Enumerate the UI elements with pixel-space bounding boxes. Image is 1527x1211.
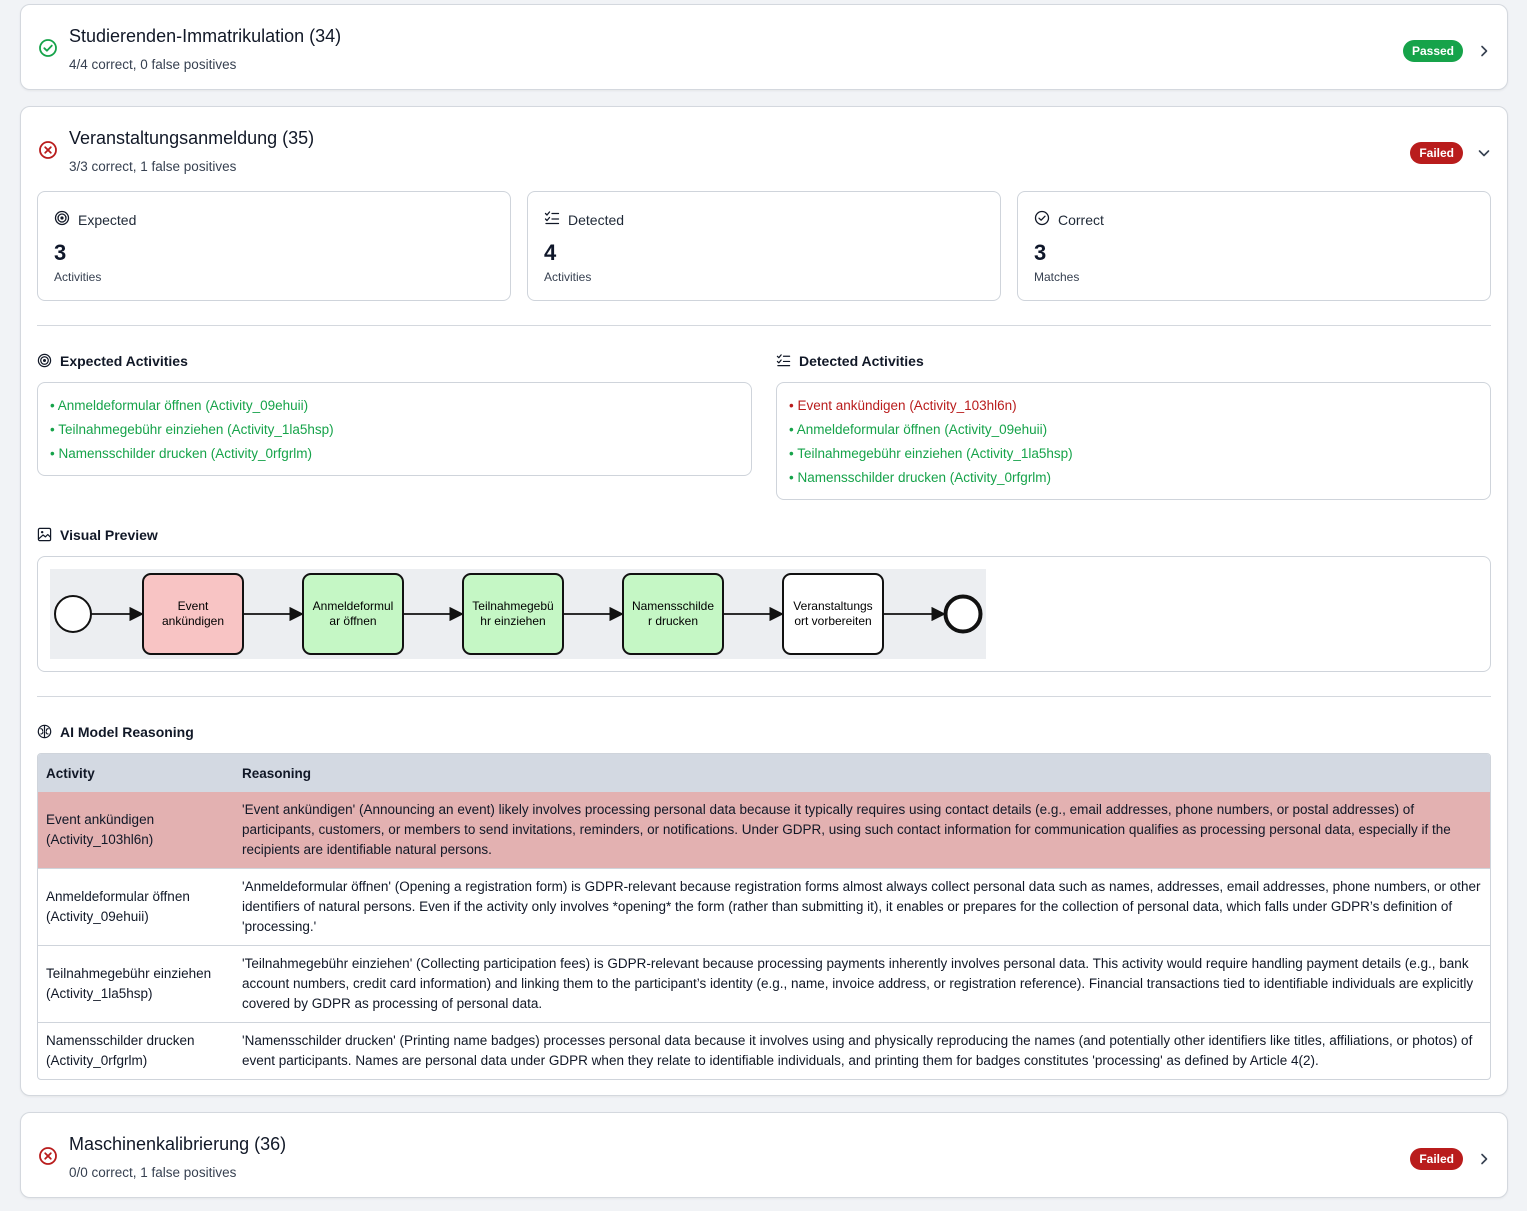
table-row: Anmeldeformular öffnen (Activity_09ehuii…	[38, 868, 1490, 946]
ai-reasoning-heading: AI Model Reasoning	[37, 724, 337, 742]
section-title: Expected Activities	[60, 353, 188, 369]
activity-cell: Namensschilder drucken (Activity_0rfgrlm…	[38, 1022, 234, 1079]
divider	[37, 696, 1491, 697]
column-header-activity: Activity	[38, 754, 234, 792]
column-header-reasoning: Reasoning	[234, 754, 1490, 792]
card-subtitle: 0/0 correct, 1 false positives	[69, 1165, 237, 1180]
activity-cell: Teilnahmegebühr einziehen (Activity_1la5…	[38, 945, 234, 1023]
activity-cell: Anmeldeformular öffnen (Activity_09ehuii…	[38, 868, 234, 946]
reasoning-cell: 'Teilnahmegebühr einziehen' (Collecting …	[234, 945, 1490, 1023]
end-event	[943, 594, 983, 634]
stat-value: 4	[544, 240, 557, 265]
task-teilnahmegebuehr-einziehen: Teilnahmegebü hr einziehen	[462, 573, 564, 655]
stat-label: Expected	[78, 212, 137, 228]
result-card-35: Veranstaltungsanmeldung (35) 3/3 correct…	[20, 106, 1508, 1096]
stat-unit: Activities	[54, 270, 102, 284]
section-title: Detected Activities	[799, 353, 924, 369]
card-subtitle: 4/4 correct, 0 false positives	[69, 57, 237, 72]
table-row: Event ankündigen (Activity_103hl6n) 'Eve…	[38, 792, 1490, 869]
status-badge: Passed	[1402, 40, 1463, 62]
x-circle-icon	[39, 1147, 57, 1165]
reasoning-cell: 'Event ankündigen' (Announcing an event)…	[234, 792, 1490, 869]
card-title: Veranstaltungsanmeldung (35)	[69, 128, 315, 148]
stat-correct: Correct 3 Matches	[1017, 191, 1491, 301]
visual-preview-heading: Visual Preview	[37, 527, 337, 545]
divider	[37, 325, 1491, 326]
card-subtitle: 3/3 correct, 1 false positives	[69, 159, 237, 174]
chevron-right-icon[interactable]	[1477, 1152, 1491, 1166]
list-item: • Teilnahmegebühr einziehen (Activity_1l…	[50, 422, 334, 437]
list-item: • Teilnahmegebühr einziehen (Activity_1l…	[789, 446, 1073, 461]
stat-unit: Matches	[1034, 270, 1080, 284]
reasoning-table: Activity Reasoning Event ankündigen (Act…	[37, 753, 1491, 1080]
stat-detected: Detected 4 Activities	[527, 191, 1001, 301]
list-item: • Anmeldeformular öffnen (Activity_09ehu…	[789, 422, 1048, 437]
list-check-icon	[776, 354, 791, 367]
task-label-line2: r drucken	[648, 614, 698, 628]
reasoning-cell: 'Anmeldeformular öffnen' (Opening a regi…	[234, 868, 1490, 946]
stat-expected: Expected 3 Activities	[37, 191, 511, 301]
task-label-line2: ankündigen	[162, 614, 224, 628]
task-label-line1: Veranstaltungs	[793, 599, 872, 613]
chevron-right-icon[interactable]	[1477, 44, 1491, 58]
task-label-line1: Namensschilde	[632, 599, 714, 613]
task-label-line2: ort vorbereiten	[794, 614, 871, 628]
table-row: Teilnahmegebühr einziehen (Activity_1la5…	[38, 945, 1490, 1023]
reasoning-cell: 'Namensschilder drucken' (Printing name …	[234, 1022, 1490, 1079]
card-header[interactable]: Maschinenkalibrierung (36) 0/0 correct, …	[21, 1113, 1507, 1197]
stat-value: 3	[1034, 240, 1047, 265]
detected-activities-list: • Event ankündigen (Activity_103hl6n) • …	[776, 382, 1491, 500]
card-title: Maschinenkalibrierung (36)	[69, 1134, 287, 1154]
list-item: • Namensschilder drucken (Activity_0rfgr…	[50, 446, 313, 461]
start-event	[54, 595, 92, 633]
status-badge: Failed	[1410, 142, 1463, 164]
stat-unit: Activities	[544, 270, 592, 284]
list-item: • Event ankündigen (Activity_103hl6n)	[789, 398, 1017, 413]
task-anmeldeformular-oeffnen: Anmeldeformul ar öffnen	[302, 573, 404, 655]
result-card-34[interactable]: Studierenden-Immatrikulation (34) 4/4 co…	[20, 4, 1508, 90]
task-label-line1: Anmeldeformul	[313, 599, 394, 613]
table-row: Namensschilder drucken (Activity_0rfgrlm…	[38, 1022, 1490, 1079]
list-item: • Anmeldeformular öffnen (Activity_09ehu…	[50, 398, 309, 413]
section-title: AI Model Reasoning	[60, 724, 194, 740]
image-icon	[37, 527, 52, 542]
detected-activities-heading: Detected Activities	[776, 353, 1076, 371]
x-circle-icon	[39, 141, 57, 159]
task-event-ankuendigen: Event ankündigen	[142, 573, 244, 655]
expected-activities-heading: Expected Activities	[37, 353, 337, 371]
visual-preview: Event ankündigen Anmeldeformul ar öffnen…	[37, 556, 1491, 672]
process-diagram: Event ankündigen Anmeldeformul ar öffnen…	[50, 569, 986, 659]
target-icon	[37, 353, 52, 368]
table-header-row: Activity Reasoning	[38, 754, 1490, 792]
task-label-line2: hr einziehen	[480, 614, 545, 628]
check-circle-icon	[1034, 210, 1050, 226]
list-check-icon	[544, 211, 560, 225]
card-title: Studierenden-Immatrikulation (34)	[69, 26, 342, 46]
expected-activities-list: • Anmeldeformular öffnen (Activity_09ehu…	[37, 382, 752, 476]
chevron-down-icon[interactable]	[1477, 146, 1491, 160]
task-veranstaltungsort-vorbereiten: Veranstaltungs ort vorbereiten	[782, 573, 884, 655]
section-title: Visual Preview	[60, 527, 158, 543]
brain-icon	[37, 724, 52, 739]
card-header[interactable]: Studierenden-Immatrikulation (34) 4/4 co…	[21, 5, 1507, 89]
activity-cell: Event ankündigen (Activity_103hl6n)	[38, 792, 234, 869]
check-circle-icon	[39, 39, 57, 57]
list-item: • Namensschilder drucken (Activity_0rfgr…	[789, 470, 1052, 485]
status-badge: Failed	[1410, 1148, 1463, 1170]
task-label-line1: Event	[178, 599, 209, 613]
task-label-line1: Teilnahmegebü	[472, 599, 553, 613]
card-header[interactable]: Veranstaltungsanmeldung (35) 3/3 correct…	[21, 107, 1507, 191]
stat-value: 3	[54, 240, 67, 265]
target-icon	[54, 210, 70, 226]
task-label-line2: ar öffnen	[329, 614, 376, 628]
result-card-36[interactable]: Maschinenkalibrierung (36) 0/0 correct, …	[20, 1112, 1508, 1198]
stat-label: Detected	[568, 212, 625, 228]
task-namensschilder-drucken: Namensschilde r drucken	[622, 573, 724, 655]
stat-label: Correct	[1058, 212, 1104, 228]
